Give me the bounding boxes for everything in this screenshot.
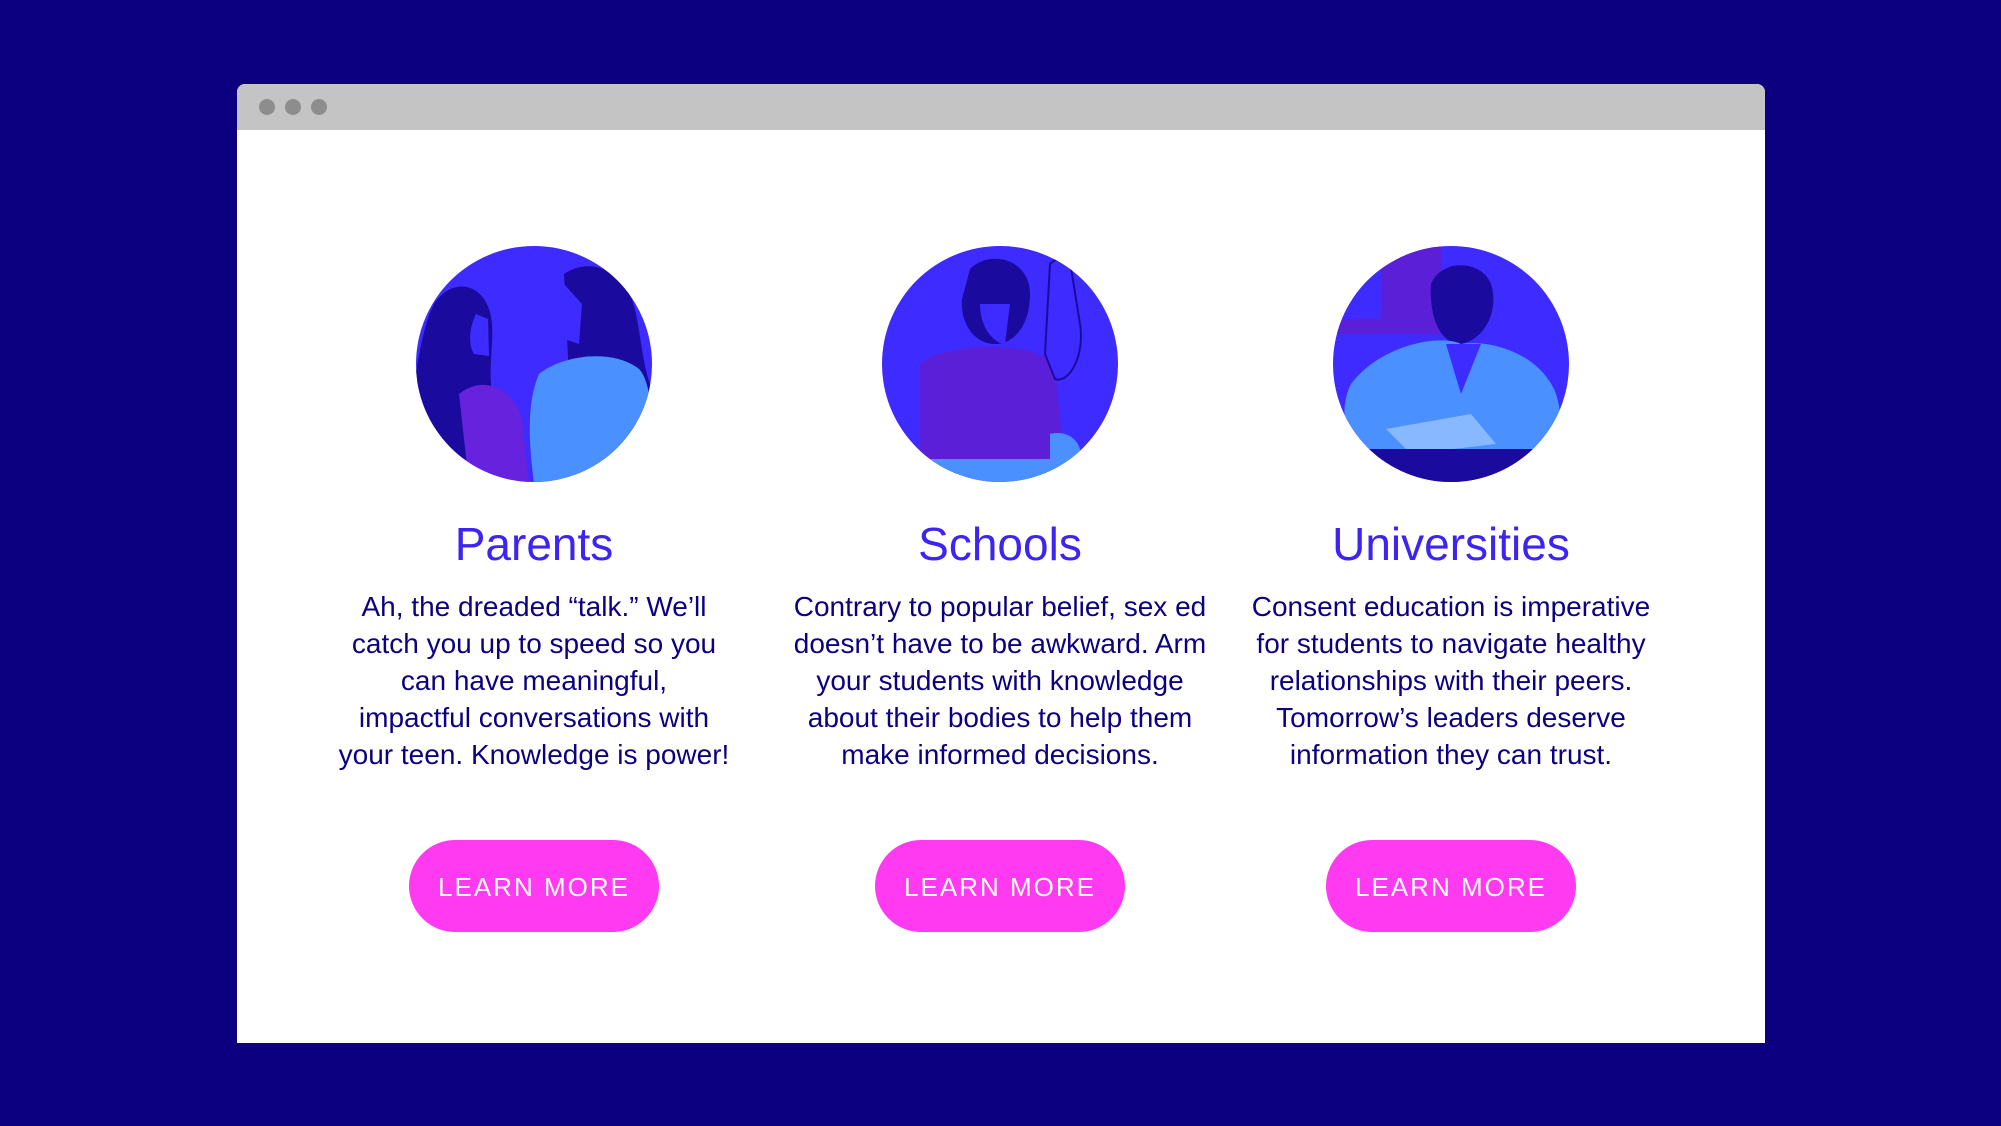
learn-more-button-schools[interactable]: LEARN MORE <box>875 840 1125 932</box>
description-line: catch you up to speed so you <box>351 628 717 659</box>
universities-image <box>1333 246 1569 482</box>
description-line: about their bodies to help them <box>807 702 1193 733</box>
window-dot-minimize[interactable] <box>285 99 301 115</box>
description-line: your students with knowledge <box>816 665 1184 696</box>
description-line: Contrary to popular belief, sex ed <box>793 591 1207 622</box>
card-description: Consent education is imperative for stud… <box>1241 588 1661 773</box>
description-line: your teen. Knowledge is power! <box>338 739 730 770</box>
description-line: doesn’t have to be awkward. Arm <box>793 628 1207 659</box>
learn-more-button-parents[interactable]: LEARN MORE <box>409 840 659 932</box>
learn-more-button-universities[interactable]: LEARN MORE <box>1326 840 1576 932</box>
card-description: Contrary to popular belief, sex ed doesn… <box>790 588 1210 773</box>
card-description: Ah, the dreaded “talk.” We’ll catch you … <box>324 588 744 773</box>
card-title: Universities <box>1332 518 1570 570</box>
card-parents: Parents Ah, the dreaded “talk.” We’ll ca… <box>324 84 744 1043</box>
schools-image <box>882 246 1118 482</box>
card-title: Schools <box>918 518 1082 570</box>
description-line: Tomorrow’s leaders deserve <box>1276 702 1626 733</box>
card-title: Parents <box>454 518 614 570</box>
description-line: make informed decisions. <box>841 739 1159 770</box>
description-line: Consent education is imperative <box>1251 591 1651 622</box>
university-student-reading-illustration <box>1331 244 1571 484</box>
description-line: impactful conversations with <box>358 702 710 733</box>
description-line: Ah, the dreaded “talk.” We’ll <box>361 591 707 622</box>
card-universities: Universities Consent education is impera… <box>1241 84 1661 1043</box>
description-line: can have meaningful, <box>400 665 668 696</box>
student-raising-hand-illustration <box>880 244 1120 484</box>
window-dot-close[interactable] <box>259 99 275 115</box>
browser-window: Parents Ah, the dreaded “talk.” We’ll ca… <box>237 84 1765 1043</box>
description-line: relationships with their peers. <box>1269 665 1633 696</box>
parent-and-teen-illustration <box>414 244 654 484</box>
description-line: information they can trust. <box>1289 739 1613 770</box>
parents-image <box>416 246 652 482</box>
card-schools: Schools Contrary to popular belief, sex … <box>790 84 1210 1043</box>
description-line: for students to navigate healthy <box>1256 628 1646 659</box>
